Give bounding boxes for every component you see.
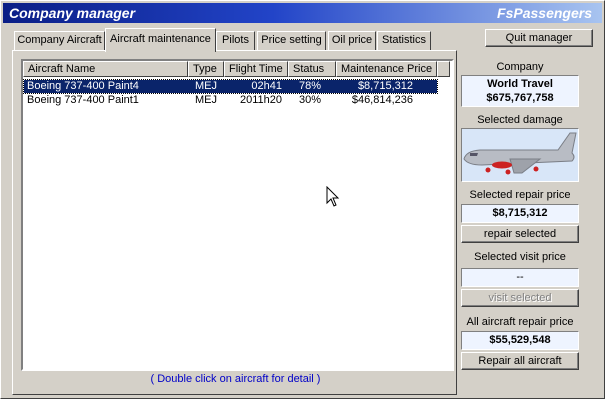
aircraft-type: MEJ (195, 80, 217, 92)
all-repair-label: All aircraft repair price (466, 316, 574, 328)
tab-statistics[interactable]: Statistics (377, 31, 431, 51)
all-repair-price-value: $55,529,548 (461, 331, 579, 350)
aircraft-type: MEJ (195, 94, 217, 106)
maintenance-price: $8,715,312 (357, 80, 413, 92)
status: 78% (299, 80, 322, 92)
tab-pilots[interactable]: Pilots (216, 31, 255, 51)
company-name: World Travel (487, 78, 553, 90)
damage-label: Selected damage (477, 114, 563, 126)
column-type[interactable]: Type (188, 61, 224, 77)
table-row[interactable]: Boeing 737-400 Paint1 MEJ 2011h20 30% $4… (24, 94, 437, 107)
aircraft-name: Boeing 737-400 Paint1 (27, 94, 139, 106)
repair-all-button[interactable]: Repair all aircraft (461, 352, 579, 370)
visit-price-label: Selected visit price (474, 251, 566, 263)
list-hint: ( Double click on aircraft for detail ) (150, 373, 321, 385)
tab-company-aircraft[interactable]: Company Aircraft (14, 31, 105, 51)
column-flight-time[interactable]: Flight Time (224, 61, 288, 77)
brand-label: FsPassengers (497, 5, 592, 21)
status: 30% (299, 94, 322, 106)
visit-price-value: -- (461, 268, 579, 287)
column-status[interactable]: Status (288, 61, 336, 77)
flight-time: 2011h20 (239, 94, 282, 106)
title-bar[interactable]: Company manager FsPassengers (3, 3, 602, 23)
tab-aircraft-maintenance[interactable]: Aircraft maintenance (105, 28, 216, 52)
company-money: $675,767,758 (486, 92, 554, 104)
quit-manager-button[interactable]: Quit manager (485, 29, 593, 47)
aircraft-name: Boeing 737-400 Paint4 (27, 80, 139, 92)
aircraft-list[interactable]: Aircraft Name Type Flight Time Status Ma… (21, 59, 454, 371)
repair-price-value: $8,715,312 (461, 204, 579, 223)
damage-view (461, 128, 579, 182)
column-aircraft-name[interactable]: Aircraft Name (23, 61, 188, 77)
tab-oil-price[interactable]: Oil price (328, 31, 376, 51)
visit-selected-button[interactable]: visit selected (461, 289, 579, 307)
table-row-selected[interactable]: Boeing 737-400 Paint4 MEJ 02h41 78% $8,7… (23, 79, 438, 94)
flight-time: 02h41 (251, 80, 282, 92)
company-info-box: World Travel $675,767,758 (461, 75, 579, 107)
maintenance-price: $46,814,236 (351, 94, 413, 106)
column-filler (437, 61, 450, 77)
repair-selected-button[interactable]: repair selected (461, 225, 579, 243)
window-title: Company manager (9, 5, 136, 21)
repair-price-label: Selected repair price (469, 189, 571, 201)
column-maintenance-price[interactable]: Maintenance Price (336, 61, 437, 77)
tab-price-setting[interactable]: Price setting (257, 31, 326, 51)
airplane-damage-icon (463, 132, 577, 175)
company-label: Company (496, 61, 544, 73)
mouse-cursor-icon (326, 186, 340, 207)
